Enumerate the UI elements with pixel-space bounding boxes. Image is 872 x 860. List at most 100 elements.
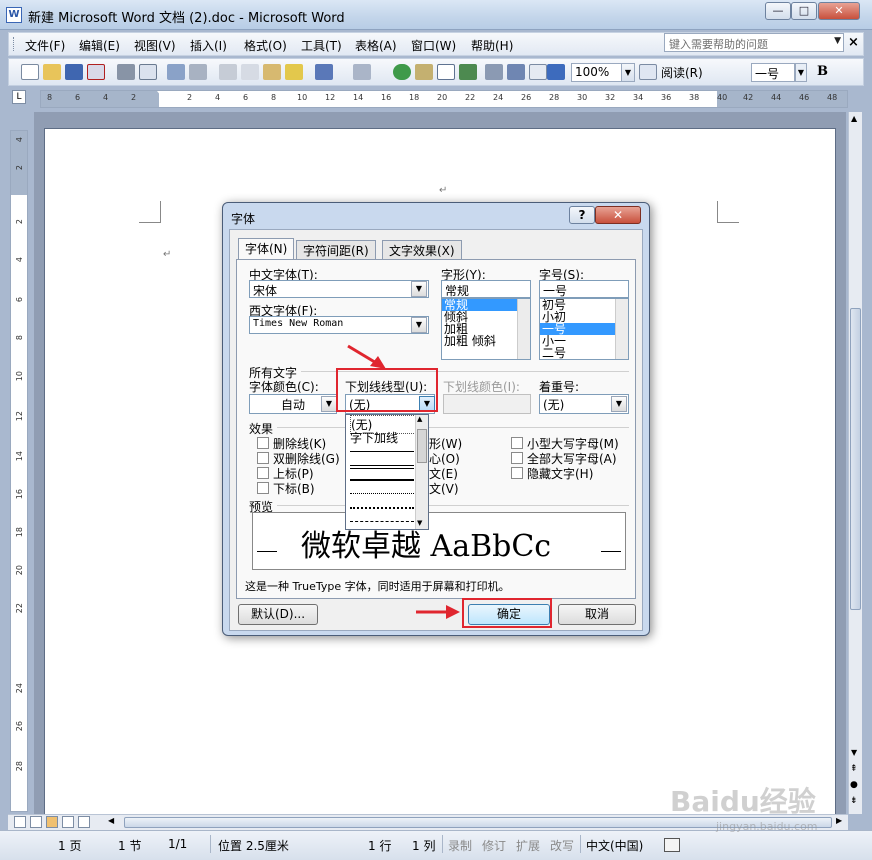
- status-track-changes[interactable]: 修订: [482, 837, 506, 854]
- menubar-grip[interactable]: [13, 37, 16, 51]
- redo-icon[interactable]: [353, 64, 371, 80]
- subscript-checkbox[interactable]: [257, 482, 269, 494]
- underline-option-single[interactable]: [350, 451, 414, 452]
- underline-option-words[interactable]: 字下加线: [350, 429, 398, 446]
- drawing-icon[interactable]: [507, 64, 525, 80]
- status-overtype[interactable]: 改写: [550, 837, 574, 854]
- chevron-down-icon[interactable]: ▼: [411, 317, 427, 333]
- format-painter-icon[interactable]: [285, 64, 303, 80]
- menu-tools[interactable]: 工具(T): [301, 37, 342, 54]
- insert-excel-icon[interactable]: [459, 64, 477, 80]
- zoom-dropdown-icon[interactable]: ▼: [621, 63, 635, 82]
- columns-icon[interactable]: [485, 64, 503, 80]
- chinese-font-select[interactable]: 宋体: [249, 280, 429, 298]
- open-folder-icon[interactable]: [43, 64, 61, 80]
- font-style-input[interactable]: 常规: [441, 280, 531, 298]
- help-icon[interactable]: [639, 64, 657, 80]
- underline-option-thick-dotted[interactable]: [350, 507, 414, 509]
- chevron-down-icon[interactable]: ▼: [411, 281, 427, 297]
- all-caps-checkbox[interactable]: [511, 452, 523, 464]
- cut-icon[interactable]: [219, 64, 237, 80]
- underline-dropdown-list[interactable]: (无) 字下加线 ▲ ▼: [345, 414, 429, 530]
- show-hide-icon[interactable]: [547, 64, 565, 80]
- dialog-close-button[interactable]: ✕: [595, 206, 641, 224]
- superscript-checkbox[interactable]: [257, 467, 269, 479]
- menu-help[interactable]: 帮助(H): [471, 37, 513, 54]
- scroll-up-icon[interactable]: ▲: [851, 114, 857, 123]
- underline-option-dotted[interactable]: [350, 493, 414, 494]
- hidden-text-checkbox[interactable]: [511, 467, 523, 479]
- document-map-icon[interactable]: [529, 64, 547, 80]
- scroll-down-icon[interactable]: ▼: [417, 519, 422, 527]
- menu-file[interactable]: 文件(F): [25, 37, 65, 54]
- insert-table-icon[interactable]: [437, 64, 455, 80]
- font-size-input[interactable]: 一号: [539, 280, 629, 298]
- previous-page-icon[interactable]: ⇞: [850, 764, 858, 774]
- status-record[interactable]: 录制: [448, 837, 472, 854]
- western-font-select[interactable]: Times New Roman: [249, 316, 429, 334]
- reading-layout-icon[interactable]: [78, 816, 90, 828]
- strikethrough-checkbox[interactable]: [257, 437, 269, 449]
- underline-option-dashed[interactable]: [350, 521, 414, 522]
- underline-list-thumb[interactable]: [417, 429, 427, 463]
- help-search-input[interactable]: 键入需要帮助的问题 ▼: [664, 33, 844, 52]
- double-strikethrough-checkbox[interactable]: [257, 452, 269, 464]
- research-icon[interactable]: [189, 64, 207, 80]
- menu-edit[interactable]: 编辑(E): [79, 37, 120, 54]
- menu-table[interactable]: 表格(A): [355, 37, 397, 54]
- first-line-indent-marker[interactable]: [157, 91, 167, 97]
- font-size-list[interactable]: 初号 小初 一号 小一 二号: [539, 298, 629, 360]
- vertical-scroll-thumb[interactable]: [850, 308, 861, 610]
- default-button[interactable]: 默认(D)...: [238, 604, 318, 625]
- hyperlink-icon[interactable]: [393, 64, 411, 80]
- tab-character-spacing[interactable]: 字符间距(R): [296, 240, 376, 259]
- tab-font[interactable]: 字体(N): [238, 238, 295, 259]
- cancel-button[interactable]: 取消: [558, 604, 636, 625]
- word-app-icon[interactable]: W: [6, 7, 22, 23]
- copy-icon[interactable]: [241, 64, 259, 80]
- maximize-button[interactable]: □: [791, 2, 817, 20]
- read-button[interactable]: 阅读(R): [661, 64, 703, 81]
- chevron-down-icon[interactable]: ▼: [321, 396, 337, 412]
- vertical-ruler[interactable]: 4 2 2 4 6 8 10 12 14 16 18 20 22 24 26 2…: [10, 130, 28, 812]
- print-icon[interactable]: [117, 64, 135, 80]
- scroll-right-icon[interactable]: ▶: [836, 816, 842, 825]
- close-window-button[interactable]: ✕: [818, 2, 860, 20]
- permission-icon[interactable]: [87, 64, 105, 80]
- scroll-left-icon[interactable]: ◀: [108, 816, 114, 825]
- chevron-down-icon[interactable]: ▼: [611, 396, 627, 412]
- chevron-down-icon[interactable]: ▼: [834, 36, 841, 46]
- horizontal-ruler[interactable]: 8 6 4 2 2 4 6 8 10 12 14 16 18 20 22 24 …: [40, 90, 848, 108]
- print-preview-icon[interactable]: [139, 64, 157, 80]
- vertical-scrollbar[interactable]: ▲ ▼ ⇞ ● ⇟: [848, 112, 862, 814]
- minimize-button[interactable]: —: [765, 2, 791, 20]
- small-caps-checkbox[interactable]: [511, 437, 523, 449]
- underline-option-thick[interactable]: [350, 479, 414, 481]
- status-extend[interactable]: 扩展: [516, 837, 540, 854]
- spelling-icon[interactable]: [167, 64, 185, 80]
- style-list-scrollbar[interactable]: [517, 299, 530, 359]
- new-document-icon[interactable]: [21, 64, 39, 80]
- close-document-button[interactable]: ×: [848, 35, 859, 50]
- normal-view-icon[interactable]: [14, 816, 26, 828]
- outline-view-icon[interactable]: [62, 816, 74, 828]
- menu-window[interactable]: 窗口(W): [411, 37, 456, 54]
- underline-option-double[interactable]: [350, 465, 414, 469]
- font-size-box[interactable]: 一号: [751, 63, 795, 82]
- web-view-icon[interactable]: [30, 816, 42, 828]
- tab-stop-selector[interactable]: L: [12, 90, 26, 104]
- undo-icon[interactable]: [315, 64, 333, 80]
- next-page-icon[interactable]: ⇟: [850, 796, 858, 806]
- dialog-help-button[interactable]: ?: [569, 206, 595, 224]
- size-list-scrollbar[interactable]: [615, 299, 628, 359]
- menu-insert[interactable]: 插入(I): [190, 37, 227, 54]
- paste-icon[interactable]: [263, 64, 281, 80]
- browse-object-icon[interactable]: ●: [850, 780, 858, 790]
- tables-borders-icon[interactable]: [415, 64, 433, 80]
- menu-view[interactable]: 视图(V): [134, 37, 176, 54]
- font-style-list[interactable]: 常规 倾斜 加粗 加粗 倾斜: [441, 298, 531, 360]
- scroll-down-icon[interactable]: ▼: [851, 748, 857, 757]
- underline-list-scrollbar[interactable]: ▲ ▼: [415, 415, 428, 529]
- tab-text-effects[interactable]: 文字效果(X): [382, 240, 462, 259]
- print-layout-icon[interactable]: [46, 816, 58, 828]
